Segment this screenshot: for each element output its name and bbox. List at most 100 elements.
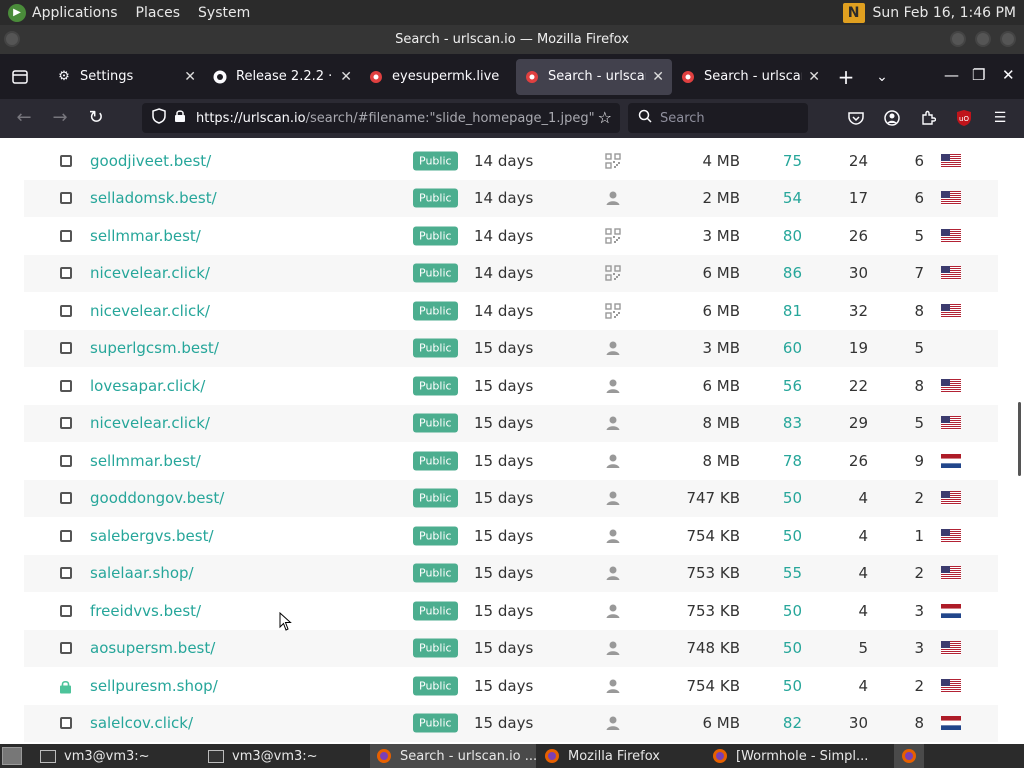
close-tab-icon[interactable]: ✕: [808, 69, 820, 85]
menu-system[interactable]: System: [198, 5, 250, 21]
row-checkbox[interactable]: [60, 529, 72, 542]
close-tab-icon[interactable]: ✕: [340, 69, 352, 85]
domain-link[interactable]: gooddongov.best/: [90, 489, 224, 507]
search-input[interactable]: Search: [628, 103, 808, 133]
close-tab-icon[interactable]: ✕: [184, 69, 196, 85]
person-icon[interactable]: [605, 603, 621, 619]
request-count[interactable]: 50: [768, 677, 802, 695]
row-checkbox[interactable]: [60, 229, 72, 242]
request-count[interactable]: 60: [768, 339, 802, 357]
request-count[interactable]: 55: [768, 564, 802, 582]
row-checkbox[interactable]: [60, 342, 72, 355]
notification-icon[interactable]: N: [842, 2, 865, 23]
domain-link[interactable]: salebergvs.best/: [90, 527, 214, 545]
person-icon[interactable]: [605, 715, 621, 731]
person-icon[interactable]: [605, 565, 621, 581]
row-checkbox[interactable]: [60, 304, 72, 317]
back-icon[interactable]: ←: [6, 107, 42, 128]
taskbar-item-wormhole[interactable]: [Wormhole - Simpl...: [706, 744, 874, 768]
request-count[interactable]: 50: [768, 602, 802, 620]
person-icon[interactable]: [605, 490, 621, 506]
maximize-window-icon[interactable]: [975, 31, 991, 47]
row-checkbox[interactable]: [60, 454, 72, 467]
minimize-window-icon[interactable]: [950, 31, 966, 47]
domain-link[interactable]: salelcov.click/: [90, 714, 193, 732]
show-desktop-icon[interactable]: [2, 747, 22, 765]
qr-code-icon[interactable]: [605, 153, 621, 169]
row-checkbox[interactable]: [60, 154, 72, 167]
request-count[interactable]: 80: [768, 227, 802, 245]
request-count[interactable]: 50: [768, 489, 802, 507]
person-icon[interactable]: [605, 415, 621, 431]
domain-link[interactable]: sellmmar.best/: [90, 227, 201, 245]
tab-search-urlscan[interactable]: Search - urlscan ✕: [672, 59, 828, 95]
minimize-icon[interactable]: —: [944, 66, 959, 84]
taskbar-firefox-launcher[interactable]: [894, 744, 924, 768]
domain-link[interactable]: nicevelear.click/: [90, 414, 210, 432]
taskbar-item-firefox-search[interactable]: Search - urlscan.io ...: [370, 744, 536, 768]
account-icon[interactable]: [882, 108, 902, 128]
request-count[interactable]: 50: [768, 639, 802, 657]
pocket-icon[interactable]: [846, 108, 866, 128]
request-count[interactable]: 78: [768, 452, 802, 470]
applications-icon[interactable]: ▶: [8, 3, 26, 22]
domain-link[interactable]: freeidvvs.best/: [90, 602, 201, 620]
row-checkbox[interactable]: [60, 492, 72, 505]
taskbar-item-terminal-2[interactable]: vm3@vm3:~: [202, 744, 368, 768]
row-checkbox[interactable]: [60, 379, 72, 392]
domain-link[interactable]: sellmmar.best/: [90, 452, 201, 470]
new-tab-icon[interactable]: +: [828, 65, 864, 89]
extensions-icon[interactable]: [918, 108, 938, 128]
request-count[interactable]: 82: [768, 714, 802, 732]
restore-icon[interactable]: ❐: [972, 66, 985, 84]
bookmark-star-icon[interactable]: ☆: [598, 108, 612, 127]
lock-icon[interactable]: [174, 109, 188, 127]
reload-icon[interactable]: ↻: [78, 107, 114, 128]
close-window-icon[interactable]: [1000, 31, 1016, 47]
row-checkbox[interactable]: [60, 642, 72, 655]
row-checkbox[interactable]: [60, 417, 72, 430]
close-icon[interactable]: ✕: [1002, 66, 1015, 84]
domain-link[interactable]: goodjiveet.best/: [90, 152, 211, 170]
menu-places[interactable]: Places: [136, 5, 181, 21]
tab-release[interactable]: Release 2.2.2 · t ✕: [204, 59, 360, 95]
forward-icon[interactable]: →: [42, 107, 78, 128]
close-tab-icon[interactable]: ✕: [652, 69, 664, 85]
request-count[interactable]: 75: [768, 152, 802, 170]
qr-code-icon[interactable]: [605, 265, 621, 281]
domain-link[interactable]: salelaar.shop/: [90, 564, 194, 582]
domain-link[interactable]: lovesapar.click/: [90, 377, 205, 395]
request-count[interactable]: 81: [768, 302, 802, 320]
shield-icon[interactable]: [152, 108, 168, 128]
request-count[interactable]: 83: [768, 414, 802, 432]
row-checkbox[interactable]: [60, 192, 72, 205]
hamburger-menu-icon[interactable]: ☰: [990, 108, 1010, 128]
tab-settings[interactable]: ⚙ Settings ✕: [48, 59, 204, 95]
row-checkbox[interactable]: [60, 717, 72, 730]
tab-search-urlscan-active[interactable]: Search - urlscan ✕: [516, 58, 672, 95]
scrollbar-thumb[interactable]: [1018, 402, 1021, 476]
row-checkbox[interactable]: [60, 267, 72, 280]
chevron-down-icon[interactable]: ⌄: [864, 69, 900, 85]
ublock-icon[interactable]: uO: [954, 108, 974, 128]
person-icon[interactable]: [605, 640, 621, 656]
taskbar-item-terminal-1[interactable]: vm3@vm3:~: [34, 744, 202, 768]
person-icon[interactable]: [605, 528, 621, 544]
qr-code-icon[interactable]: [605, 228, 621, 244]
qr-code-icon[interactable]: [605, 303, 621, 319]
person-icon[interactable]: [605, 378, 621, 394]
row-checkbox[interactable]: [60, 567, 72, 580]
tab-eyesupermk[interactable]: eyesupermk.live: [360, 59, 516, 95]
request-count[interactable]: 56: [768, 377, 802, 395]
request-count[interactable]: 86: [768, 264, 802, 282]
domain-link[interactable]: nicevelear.click/: [90, 264, 210, 282]
firefox-view-icon[interactable]: [0, 54, 40, 99]
request-count[interactable]: 54: [768, 189, 802, 207]
request-count[interactable]: 50: [768, 527, 802, 545]
domain-link[interactable]: sellpuresm.shop/: [90, 677, 218, 695]
window-menu-icon[interactable]: [4, 31, 20, 47]
domain-link[interactable]: aosupersm.best/: [90, 639, 215, 657]
domain-link[interactable]: superlgcsm.best/: [90, 339, 219, 357]
clock[interactable]: Sun Feb 16, 1:46 PM: [873, 5, 1016, 21]
person-icon[interactable]: [605, 340, 621, 356]
